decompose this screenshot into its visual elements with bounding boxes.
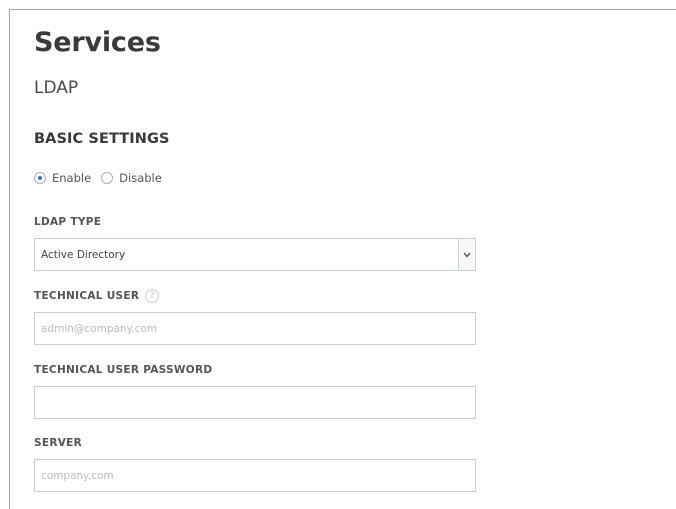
- disable-radio[interactable]: Disable: [101, 171, 162, 185]
- technical-user-label: TECHNICAL USER ?: [34, 289, 160, 303]
- technical-user-password-label-text: TECHNICAL USER PASSWORD: [34, 364, 213, 376]
- server-input[interactable]: company.com: [34, 459, 476, 492]
- radio-unchecked-icon: [101, 172, 114, 184]
- technical-user-label-text: TECHNICAL USER: [34, 290, 140, 302]
- enable-radio-label: Enable: [52, 171, 92, 185]
- technical-user-input[interactable]: admin@company.com: [34, 312, 476, 345]
- technical-user-password-input[interactable]: [34, 386, 476, 419]
- ldap-type-label-text: LDAP TYPE: [34, 216, 102, 228]
- disable-radio-label: Disable: [119, 171, 162, 185]
- enable-radio[interactable]: Enable: [34, 171, 91, 185]
- page-subtitle: LDAP: [34, 78, 79, 98]
- server-label: SERVER: [34, 437, 82, 449]
- radio-checked-icon: [34, 172, 46, 184]
- technical-user-placeholder: admin@company.com: [41, 322, 158, 335]
- chevron-down-icon[interactable]: [458, 239, 475, 270]
- help-icon[interactable]: ?: [145, 289, 160, 303]
- section-heading-basic-settings: BASIC SETTINGS: [34, 131, 170, 147]
- status-radio-group: Enable Disable: [34, 169, 172, 187]
- technical-user-password-label: TECHNICAL USER PASSWORD: [34, 364, 212, 376]
- ldap-type-select[interactable]: Active Directory: [34, 238, 476, 271]
- ldap-type-value: Active Directory: [41, 248, 126, 261]
- server-placeholder: company.com: [41, 469, 114, 482]
- server-label-text: SERVER: [34, 437, 83, 449]
- page-title: Services: [34, 27, 161, 58]
- ldap-type-label: LDAP TYPE: [34, 216, 101, 228]
